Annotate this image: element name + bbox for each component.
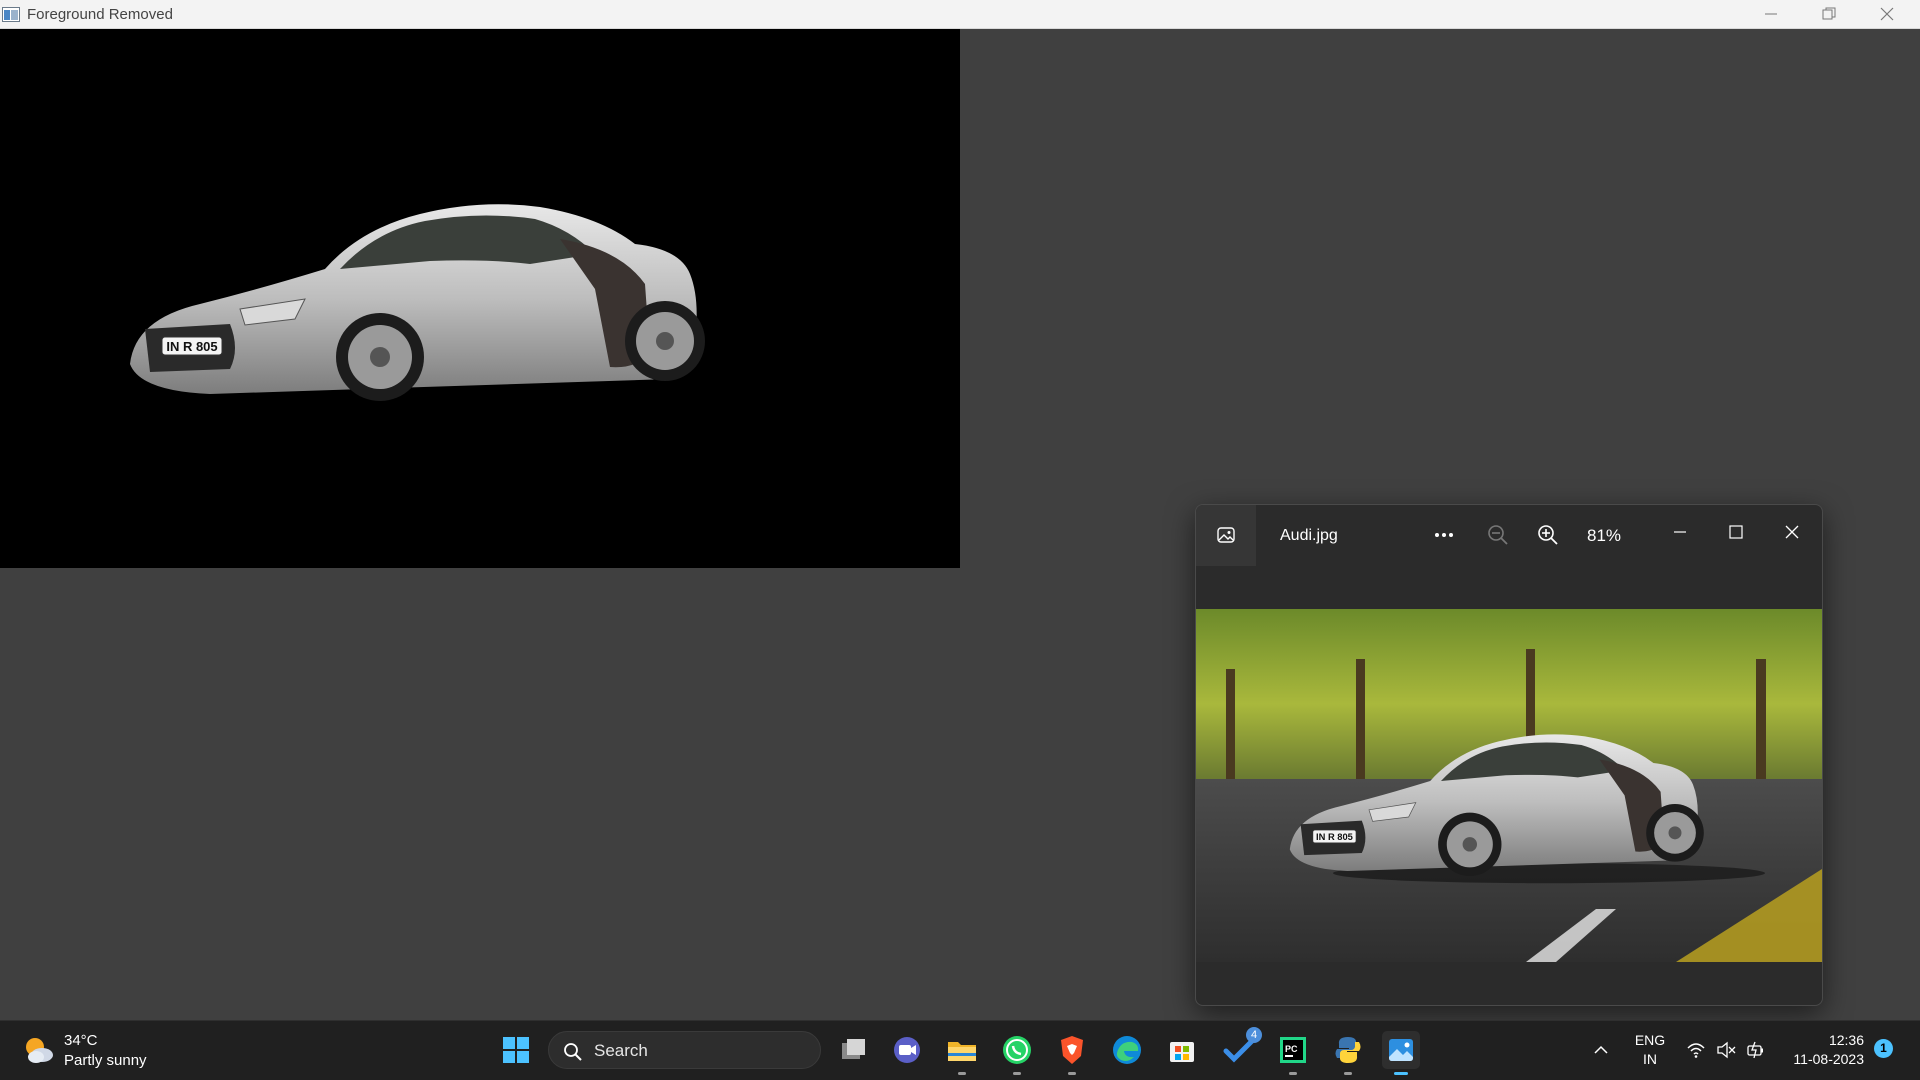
audi-photo [1196,609,1822,962]
start-button[interactable] [497,1031,535,1069]
wifi-icon[interactable] [1686,1040,1706,1060]
minimize-button[interactable] [1742,0,1800,28]
viewer-maximize-icon[interactable] [1727,523,1745,541]
zoom-out-icon[interactable] [1486,523,1510,547]
taskbar-search[interactable]: Search [548,1031,821,1069]
viewer-close-icon[interactable] [1783,523,1801,541]
minimize-icon [1765,13,1777,15]
zoom-level: 81% [1587,526,1622,545]
app-window-icon [2,7,20,22]
file-explorer-button[interactable] [943,1031,981,1075]
meet-icon [894,1037,920,1063]
whatsapp-icon [1003,1036,1031,1064]
pycharm-button[interactable]: PC [1274,1031,1312,1075]
active-indicator [1394,1072,1408,1075]
meet-button[interactable] [888,1031,926,1069]
store-icon [1170,1042,1194,1062]
svg-text:PC: PC [1285,1044,1298,1054]
running-indicator [958,1072,966,1075]
partly-sunny-icon [26,1038,53,1063]
notification-badge[interactable]: 1 [1874,1039,1893,1058]
window-title: Foreground Removed [27,6,173,23]
running-indicator [1013,1072,1021,1075]
brave-button[interactable] [1053,1031,1091,1075]
running-indicator [1068,1072,1076,1075]
search-icon [564,1043,582,1061]
edge-icon [1113,1036,1141,1064]
close-button[interactable] [1858,0,1916,28]
language-line1[interactable]: ENG [1634,1032,1666,1048]
whatsapp-button[interactable] [998,1031,1036,1075]
store-button[interactable] [1163,1031,1201,1069]
todo-badge: 4 [1246,1027,1262,1043]
photos-viewer-window: Audi.jpg 81% [1195,504,1823,1006]
python-button[interactable] [1329,1031,1367,1075]
python-icon [1335,1037,1361,1063]
running-indicator [1344,1072,1352,1075]
search-label: Search [594,1041,648,1060]
close-icon [1880,7,1894,21]
battery-charging-icon[interactable] [1746,1040,1766,1060]
viewer-photo [1196,609,1822,962]
todo-button[interactable]: 4 [1220,1027,1262,1069]
zoom-in-icon[interactable] [1536,523,1560,547]
main-window-titlebar: Foreground Removed [0,0,1920,29]
task-view-button[interactable] [834,1031,872,1069]
gallery-icon [1217,527,1235,543]
weather-temperature: 34°C [64,1032,98,1049]
gallery-button[interactable] [1196,505,1256,566]
task-view-icon [842,1039,865,1059]
restore-button[interactable] [1800,0,1858,28]
clock-date[interactable]: 11-08-2023 [1784,1051,1864,1067]
viewer-minimize-icon[interactable] [1671,523,1689,541]
more-options-icon[interactable] [1432,523,1456,547]
foreground-removed-canvas [0,29,960,568]
taskbar: 34°C Partly sunny Search 4 PC ENG IN 12:… [0,1020,1920,1080]
brave-icon [1061,1036,1083,1064]
chevron-up-icon[interactable] [1592,1041,1610,1059]
edge-button[interactable] [1108,1031,1146,1069]
restore-icon [1822,7,1836,20]
windows-start-icon [503,1037,529,1063]
extracted-car-image [129,203,791,412]
viewer-filename: Audi.jpg [1280,527,1338,544]
photos-icon [1389,1039,1413,1061]
language-line2[interactable]: IN [1634,1051,1666,1067]
running-indicator [1289,1072,1297,1075]
folder-icon [948,1042,976,1061]
photos-button[interactable] [1382,1031,1420,1075]
clock-time[interactable]: 12:36 [1808,1032,1864,1048]
viewer-toolbar: Audi.jpg 81% [1196,505,1822,566]
weather-condition: Partly sunny [64,1052,147,1069]
pycharm-icon: PC [1280,1037,1306,1063]
volume-muted-icon[interactable] [1716,1040,1736,1060]
